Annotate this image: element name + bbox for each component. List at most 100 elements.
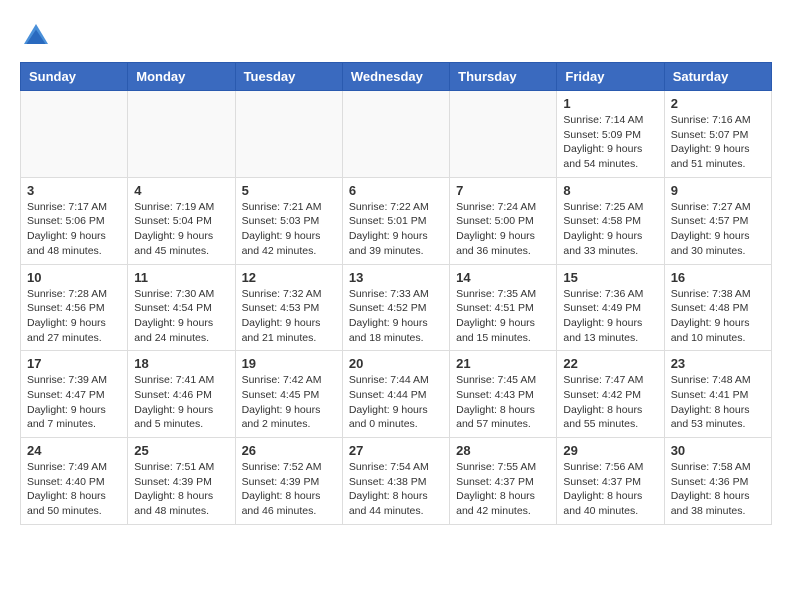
day-number: 30 <box>671 443 765 458</box>
calendar-day-cell: 27 Sunrise: 7:54 AM Sunset: 4:38 PM Dayli… <box>342 438 449 525</box>
day-of-week-header: Tuesday <box>235 63 342 91</box>
day-number: 14 <box>456 270 550 285</box>
day-number: 27 <box>349 443 443 458</box>
day-info: Sunrise: 7:51 AM Sunset: 4:39 PM Dayligh… <box>134 460 228 519</box>
day-number: 28 <box>456 443 550 458</box>
day-info: Sunrise: 7:19 AM Sunset: 5:04 PM Dayligh… <box>134 200 228 259</box>
day-number: 18 <box>134 356 228 371</box>
calendar-day-cell: 19 Sunrise: 7:42 AM Sunset: 4:45 PM Dayli… <box>235 351 342 438</box>
calendar-week-row: 17 Sunrise: 7:39 AM Sunset: 4:47 PM Dayli… <box>21 351 772 438</box>
calendar-day-cell: 10Sunrise: 7:28 AM Sunset: 4:56 PM Dayli… <box>21 264 128 351</box>
calendar-day-cell: 2 Sunrise: 7:16 AM Sunset: 5:07 PM Daylig… <box>664 91 771 178</box>
day-number: 8 <box>563 183 657 198</box>
calendar-day-cell <box>342 91 449 178</box>
calendar-week-row: 10Sunrise: 7:28 AM Sunset: 4:56 PM Dayli… <box>21 264 772 351</box>
calendar-week-row: 1Sunrise: 7:14 AM Sunset: 5:09 PM Daylig… <box>21 91 772 178</box>
day-number: 23 <box>671 356 765 371</box>
day-number: 17 <box>27 356 121 371</box>
day-number: 2 <box>671 96 765 111</box>
calendar-day-cell: 13Sunrise: 7:33 AM Sunset: 4:52 PM Dayli… <box>342 264 449 351</box>
day-info: Sunrise: 7:35 AM Sunset: 4:51 PM Dayligh… <box>456 287 550 346</box>
day-number: 24 <box>27 443 121 458</box>
calendar-day-cell: 16 Sunrise: 7:38 AM Sunset: 4:48 PM Dayli… <box>664 264 771 351</box>
day-number: 12 <box>242 270 336 285</box>
day-number: 13 <box>349 270 443 285</box>
calendar-day-cell: 3 Sunrise: 7:17 AM Sunset: 5:06 PM Daylig… <box>21 177 128 264</box>
day-number: 5 <box>242 183 336 198</box>
day-info: Sunrise: 7:41 AM Sunset: 4:46 PM Dayligh… <box>134 373 228 432</box>
day-of-week-header: Saturday <box>664 63 771 91</box>
day-number: 20 <box>349 356 443 371</box>
calendar-week-row: 24 Sunrise: 7:49 AM Sunset: 4:40 PM Dayli… <box>21 438 772 525</box>
day-info: Sunrise: 7:21 AM Sunset: 5:03 PM Dayligh… <box>242 200 336 259</box>
calendar-day-cell <box>128 91 235 178</box>
calendar-day-cell: 6 Sunrise: 7:22 AM Sunset: 5:01 PM Daylig… <box>342 177 449 264</box>
day-info: Sunrise: 7:47 AM Sunset: 4:42 PM Dayligh… <box>563 373 657 432</box>
calendar-day-cell: 18 Sunrise: 7:41 AM Sunset: 4:46 PM Dayli… <box>128 351 235 438</box>
day-info: Sunrise: 7:49 AM Sunset: 4:40 PM Dayligh… <box>27 460 121 519</box>
calendar-day-cell: 9 Sunrise: 7:27 AM Sunset: 4:57 PM Daylig… <box>664 177 771 264</box>
day-info: Sunrise: 7:54 AM Sunset: 4:38 PM Dayligh… <box>349 460 443 519</box>
calendar-day-cell <box>450 91 557 178</box>
day-info: Sunrise: 7:38 AM Sunset: 4:48 PM Dayligh… <box>671 287 765 346</box>
calendar-day-cell: 30Sunrise: 7:58 AM Sunset: 4:36 PM Dayli… <box>664 438 771 525</box>
calendar-day-cell: 15 Sunrise: 7:36 AM Sunset: 4:49 PM Dayli… <box>557 264 664 351</box>
day-number: 7 <box>456 183 550 198</box>
calendar-day-cell: 12 Sunrise: 7:32 AM Sunset: 4:53 PM Dayli… <box>235 264 342 351</box>
calendar-day-cell: 22Sunrise: 7:47 AM Sunset: 4:42 PM Dayli… <box>557 351 664 438</box>
calendar-day-cell: 5 Sunrise: 7:21 AM Sunset: 5:03 PM Daylig… <box>235 177 342 264</box>
day-info: Sunrise: 7:45 AM Sunset: 4:43 PM Dayligh… <box>456 373 550 432</box>
day-info: Sunrise: 7:32 AM Sunset: 4:53 PM Dayligh… <box>242 287 336 346</box>
day-number: 16 <box>671 270 765 285</box>
calendar-day-cell: 25 Sunrise: 7:51 AM Sunset: 4:39 PM Dayli… <box>128 438 235 525</box>
day-info: Sunrise: 7:27 AM Sunset: 4:57 PM Dayligh… <box>671 200 765 259</box>
day-number: 4 <box>134 183 228 198</box>
day-info: Sunrise: 7:52 AM Sunset: 4:39 PM Dayligh… <box>242 460 336 519</box>
day-of-week-header: Sunday <box>21 63 128 91</box>
day-info: Sunrise: 7:48 AM Sunset: 4:41 PM Dayligh… <box>671 373 765 432</box>
day-number: 15 <box>563 270 657 285</box>
day-number: 1 <box>563 96 657 111</box>
calendar-day-cell: 8 Sunrise: 7:25 AM Sunset: 4:58 PM Daylig… <box>557 177 664 264</box>
calendar-day-cell: 23 Sunrise: 7:48 AM Sunset: 4:41 PM Dayli… <box>664 351 771 438</box>
day-number: 6 <box>349 183 443 198</box>
calendar-day-cell: 26Sunrise: 7:52 AM Sunset: 4:39 PM Dayli… <box>235 438 342 525</box>
calendar-day-cell: 28Sunrise: 7:55 AM Sunset: 4:37 PM Dayli… <box>450 438 557 525</box>
day-of-week-header: Wednesday <box>342 63 449 91</box>
day-of-week-header: Monday <box>128 63 235 91</box>
page-header <box>20 20 772 52</box>
day-info: Sunrise: 7:24 AM Sunset: 5:00 PM Dayligh… <box>456 200 550 259</box>
day-info: Sunrise: 7:30 AM Sunset: 4:54 PM Dayligh… <box>134 287 228 346</box>
calendar-day-cell <box>235 91 342 178</box>
day-of-week-header: Thursday <box>450 63 557 91</box>
day-info: Sunrise: 7:36 AM Sunset: 4:49 PM Dayligh… <box>563 287 657 346</box>
calendar-table: SundayMondayTuesdayWednesdayThursdayFrid… <box>20 62 772 525</box>
day-number: 3 <box>27 183 121 198</box>
day-number: 9 <box>671 183 765 198</box>
calendar-day-cell: 4 Sunrise: 7:19 AM Sunset: 5:04 PM Daylig… <box>128 177 235 264</box>
day-info: Sunrise: 7:22 AM Sunset: 5:01 PM Dayligh… <box>349 200 443 259</box>
day-info: Sunrise: 7:42 AM Sunset: 4:45 PM Dayligh… <box>242 373 336 432</box>
calendar-day-cell: 21 Sunrise: 7:45 AM Sunset: 4:43 PM Dayli… <box>450 351 557 438</box>
calendar-day-cell: 11 Sunrise: 7:30 AM Sunset: 4:54 PM Dayli… <box>128 264 235 351</box>
calendar-day-cell: 20 Sunrise: 7:44 AM Sunset: 4:44 PM Dayli… <box>342 351 449 438</box>
day-info: Sunrise: 7:39 AM Sunset: 4:47 PM Dayligh… <box>27 373 121 432</box>
day-info: Sunrise: 7:16 AM Sunset: 5:07 PM Dayligh… <box>671 113 765 172</box>
day-number: 11 <box>134 270 228 285</box>
calendar-header-row: SundayMondayTuesdayWednesdayThursdayFrid… <box>21 63 772 91</box>
calendar-week-row: 3 Sunrise: 7:17 AM Sunset: 5:06 PM Daylig… <box>21 177 772 264</box>
day-number: 10 <box>27 270 121 285</box>
day-info: Sunrise: 7:17 AM Sunset: 5:06 PM Dayligh… <box>27 200 121 259</box>
logo <box>20 20 56 52</box>
logo-icon <box>20 20 52 52</box>
day-number: 29 <box>563 443 657 458</box>
day-number: 25 <box>134 443 228 458</box>
day-number: 19 <box>242 356 336 371</box>
day-info: Sunrise: 7:56 AM Sunset: 4:37 PM Dayligh… <box>563 460 657 519</box>
calendar-day-cell <box>21 91 128 178</box>
calendar-day-cell: 7 Sunrise: 7:24 AM Sunset: 5:00 PM Daylig… <box>450 177 557 264</box>
calendar-day-cell: 14 Sunrise: 7:35 AM Sunset: 4:51 PM Dayli… <box>450 264 557 351</box>
day-info: Sunrise: 7:25 AM Sunset: 4:58 PM Dayligh… <box>563 200 657 259</box>
day-number: 21 <box>456 356 550 371</box>
day-info: Sunrise: 7:44 AM Sunset: 4:44 PM Dayligh… <box>349 373 443 432</box>
